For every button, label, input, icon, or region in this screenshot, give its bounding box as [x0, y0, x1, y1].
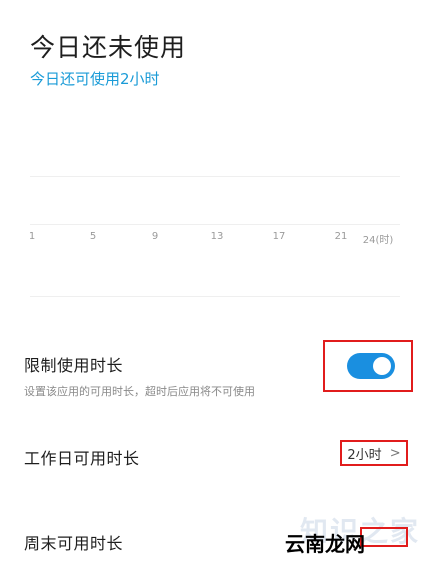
weekend-value-highlight[interactable]: [360, 527, 408, 547]
x-tick-label: 24(时): [362, 235, 394, 246]
header-title: 今日还未使用: [30, 33, 187, 62]
weekday-duration-label: 2小时: [347, 447, 382, 463]
x-tick-label: 9: [151, 231, 159, 242]
watermark: 云南龙网: [285, 532, 365, 556]
x-tick-label: 13: [210, 231, 224, 242]
x-tick-label: 5: [89, 231, 97, 242]
chart-gridline-top: [30, 176, 400, 177]
chevron-right-icon: >: [389, 445, 401, 461]
header-subtitle: 今日还可使用2小时: [30, 70, 160, 88]
usage-chart: 1 5 9 13 17 21 24(时): [0, 100, 423, 310]
toggle-knob: [373, 357, 391, 375]
x-tick-label: 1: [28, 231, 36, 242]
x-tick-label: 17: [272, 231, 286, 242]
weekday-duration-value[interactable]: 2小时 >: [340, 440, 408, 466]
limit-usage-toggle[interactable]: [347, 353, 395, 379]
x-tick-label: 21: [334, 231, 348, 242]
limit-toggle-highlight: [323, 340, 413, 392]
chart-gridline-mid: [30, 224, 400, 225]
chart-gridline-bottom: [30, 296, 400, 297]
